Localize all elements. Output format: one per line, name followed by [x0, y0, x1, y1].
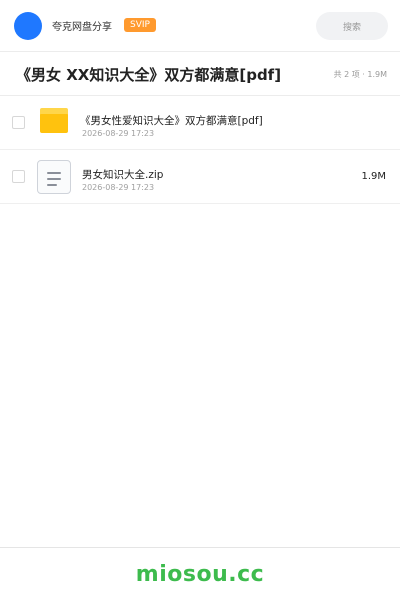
file-date: 2026-08-29 17:23: [82, 129, 155, 138]
footer: miosou.cc: [0, 547, 400, 600]
app-name: 夸克网盘分享: [52, 22, 112, 33]
list-item[interactable]: 男女知识大全.zip 2026-08-29 17:23 1.9M: [0, 150, 400, 204]
item-count-summary: 共 2 项 · 1.9M: [333, 70, 387, 79]
share-header: 夸克网盘分享 SVIP 搜索: [0, 0, 400, 52]
watermark-text: miosou.cc: [135, 561, 265, 587]
select-checkbox[interactable]: [12, 170, 25, 183]
file-date: 2026-08-29 17:23: [82, 183, 155, 192]
file-name[interactable]: 男女知识大全.zip: [82, 167, 163, 182]
list-item[interactable]: 《男女性爱知识大全》双方都满意[pdf] 2026-08-29 17:23: [0, 96, 400, 150]
search-input[interactable]: 搜索: [316, 12, 388, 40]
zip-file-icon: [37, 160, 71, 194]
file-size: 1.9M: [361, 171, 386, 182]
svip-badge: SVIP: [124, 18, 156, 32]
folder-title-bar: 《男女 XX知识大全》双方都满意[pdf] 共 2 项 · 1.9M: [0, 52, 400, 96]
select-checkbox[interactable]: [12, 116, 25, 129]
folder-icon: [40, 108, 68, 133]
avatar[interactable]: [14, 12, 42, 40]
file-name[interactable]: 《男女性爱知识大全》双方都满意[pdf]: [80, 113, 263, 128]
page-title: 《男女 XX知识大全》双方都满意[pdf]: [16, 66, 282, 84]
